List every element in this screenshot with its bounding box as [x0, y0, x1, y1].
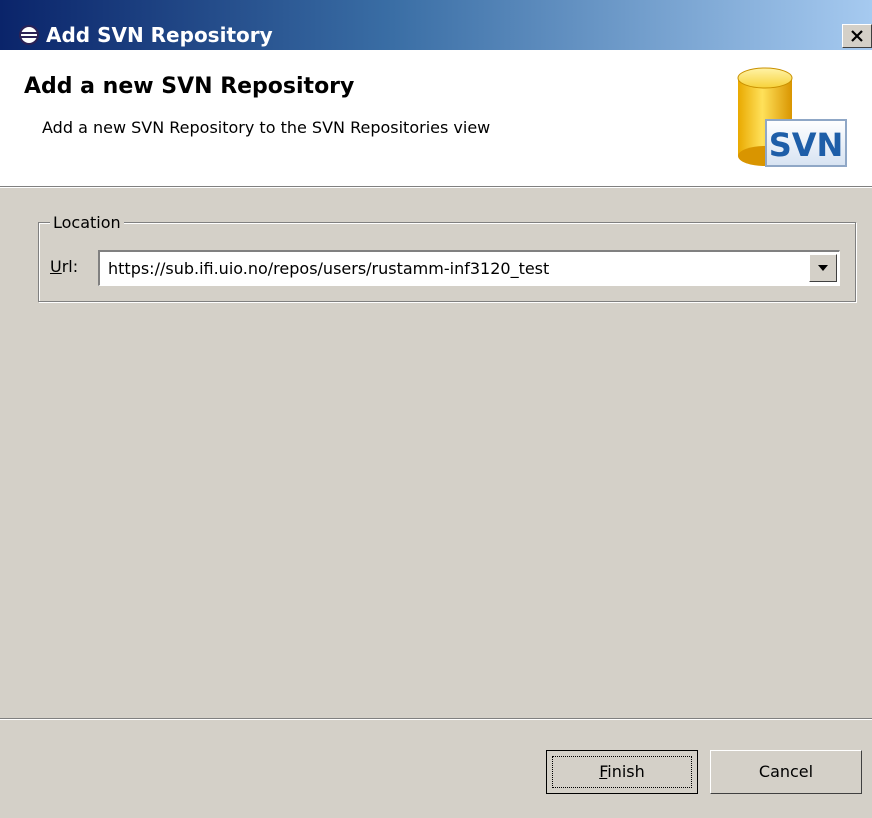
close-button[interactable]	[842, 24, 872, 48]
cancel-button[interactable]: Cancel	[710, 750, 862, 794]
url-combobox[interactable]: https://sub.ifi.uio.no/repos/users/rusta…	[98, 250, 840, 286]
eclipse-icon	[19, 25, 39, 45]
button-bar-separator	[0, 718, 872, 720]
cancel-label: Cancel	[758, 762, 814, 781]
page-title: Add a new SVN Repository	[24, 74, 355, 99]
dialog-window: Add SVN Repository Add a new SVN Reposit…	[0, 0, 872, 818]
window-title: Add SVN Repository	[46, 23, 273, 47]
url-label-rest: rl:	[61, 257, 79, 276]
svn-repository-icon: SVN	[737, 67, 847, 167]
page-description: Add a new SVN Repository to the SVN Repo…	[42, 118, 491, 137]
url-label: Url:	[50, 256, 78, 278]
location-group-label: Location	[50, 212, 124, 234]
wizard-header: Add a new SVN Repository Add a new SVN R…	[0, 50, 872, 186]
header-separator	[0, 186, 872, 188]
finish-button[interactable]: Finish	[546, 750, 698, 794]
finish-label: inish	[607, 762, 645, 781]
url-label-mnemonic: U	[50, 257, 62, 276]
svn-logo-text: SVN	[769, 126, 844, 164]
close-icon	[851, 30, 863, 42]
url-input[interactable]: https://sub.ifi.uio.no/repos/users/rusta…	[108, 258, 549, 280]
title-bar[interactable]: Add SVN Repository	[0, 0, 872, 50]
chevron-down-icon	[818, 265, 828, 271]
url-dropdown-button[interactable]	[809, 254, 837, 282]
